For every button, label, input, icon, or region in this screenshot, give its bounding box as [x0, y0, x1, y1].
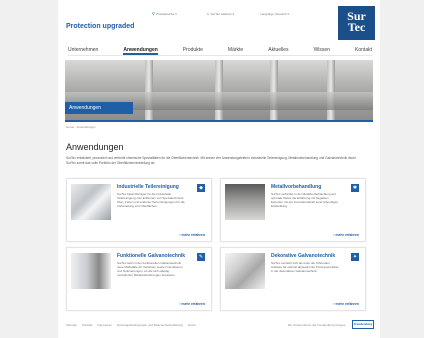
language-icon: ·: [258, 11, 260, 16]
more-link[interactable]: › mehr erfahren: [179, 233, 205, 237]
card-funktionelle-galvanotechnik[interactable]: Funktionelle Galvanotechnik SurTec setzt…: [66, 247, 212, 311]
footer-link-datenschutz[interactable]: Nutzungsbedingungen und Datenschutzerklä…: [117, 323, 183, 327]
more-link[interactable]: › mehr erfahren: [333, 233, 359, 237]
gear-icon: ✱: [351, 184, 359, 192]
nav-item-kontakt[interactable]: Kontakt: [355, 44, 372, 55]
nav-item-aktuelles[interactable]: Aktuelles: [268, 44, 288, 55]
page-title: Anwendungen: [66, 142, 124, 152]
card-description: SurTec versteht sich als einer der führe…: [271, 261, 339, 273]
footer-link-kontakt[interactable]: Kontakt: [82, 323, 92, 327]
hero-pipe: [270, 60, 278, 122]
card-image: [225, 253, 265, 289]
card-description: SurTec bietet Reiniger für die Industrie…: [117, 192, 185, 208]
hero-pipe: [327, 60, 335, 122]
footer-links: Sitemap Kontakt Impressum Nutzungsbeding…: [66, 323, 196, 327]
wrench-icon: ✎: [197, 253, 205, 261]
search-icon: ⚲: [152, 11, 155, 16]
card-title[interactable]: Metallvorbehandlung: [271, 184, 321, 190]
footer-link-home[interactable]: Home: [188, 323, 196, 327]
card-image: [71, 253, 111, 289]
top-utility-bar: ⚲ Produktsuche ▾ ☼ SurTec weltweit ▾ · L…: [58, 4, 380, 16]
footer-link-impressum[interactable]: Impressum: [97, 323, 112, 327]
language-selector[interactable]: · Language: Deutsch ▾: [258, 11, 289, 16]
card-description: SurTec setzt in der funktionellen Galvan…: [117, 261, 183, 277]
nav-item-unternehmen[interactable]: Unternehmen: [68, 44, 98, 55]
nav-item-produkte[interactable]: Produkte: [183, 44, 203, 55]
nav-item-anwendungen[interactable]: Anwendungen: [123, 44, 158, 55]
card-description: SurTec verbindet in der Metallvorbehandl…: [271, 192, 339, 208]
page: ⚲ Produktsuche ▾ ☼ SurTec weltweit ▾ · L…: [0, 0, 424, 338]
product-search-link[interactable]: ⚲ Produktsuche ▾: [152, 11, 177, 16]
site-tagline: Protection upgraded: [66, 23, 135, 30]
nav-item-maerkte[interactable]: Märkte: [228, 44, 243, 55]
breadcrumb[interactable]: Home · Anwendungen: [66, 125, 96, 129]
main-navigation: Unternehmen Anwendungen Produkte Märkte …: [68, 44, 372, 56]
page-sheet: ⚲ Produktsuche ▾ ☼ SurTec weltweit ▾ · L…: [58, 0, 380, 338]
hero-pipe: [215, 60, 223, 122]
card-title[interactable]: Dekorative Galvanotechnik: [271, 253, 335, 259]
nav-item-wissen[interactable]: Wissen: [314, 44, 330, 55]
card-title[interactable]: Funktionelle Galvanotechnik: [117, 253, 185, 259]
sparkle-icon: ✦: [351, 253, 359, 261]
freudenberg-logo[interactable]: Freudenberg: [352, 320, 374, 329]
intro-text: SurTec entwickelt, produziert und vertre…: [66, 156, 356, 165]
card-image: [71, 184, 111, 220]
card-metallvorbehandlung[interactable]: Metallvorbehandlung SurTec verbindet in …: [220, 178, 366, 242]
globe-icon: ☼: [206, 11, 210, 16]
card-industrielle-teilereinigung[interactable]: Industrielle Teilereinigung SurTec biete…: [66, 178, 212, 242]
hero-divider: [65, 120, 373, 122]
hero-pipe: [145, 60, 153, 122]
footer: Sitemap Kontakt Impressum Nutzungsbeding…: [66, 320, 376, 330]
footer-group-note: Ein Unternehmen der Freudenberg Gruppe: [288, 323, 346, 327]
surtec-logo[interactable]: Sur Tec: [338, 6, 375, 40]
drop-icon: ◆: [197, 184, 205, 192]
hero-section-label: Anwendungen: [65, 102, 133, 114]
more-link[interactable]: › mehr erfahren: [333, 302, 359, 306]
worldwide-link[interactable]: ☼ SurTec weltweit ▾: [206, 11, 234, 16]
card-title[interactable]: Industrielle Teilereinigung: [117, 184, 179, 190]
more-link[interactable]: › mehr erfahren: [179, 302, 205, 306]
card-dekorative-galvanotechnik[interactable]: Dekorative Galvanotechnik SurTec versteh…: [220, 247, 366, 311]
card-image: [225, 184, 265, 220]
footer-link-sitemap[interactable]: Sitemap: [66, 323, 77, 327]
